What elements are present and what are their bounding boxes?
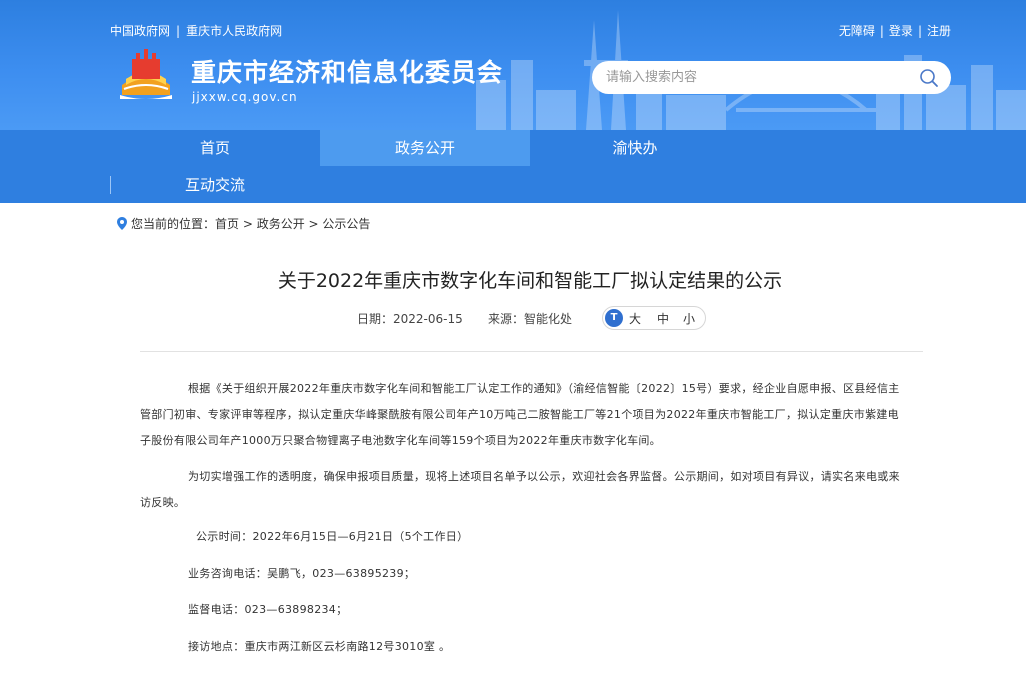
- nav-item-yukuaiban[interactable]: 渝快办: [530, 130, 740, 166]
- article-paragraph: 接访地点：重庆市两江新区云杉南路12号3010室 。: [188, 640, 451, 653]
- location-pin-icon: [117, 217, 127, 230]
- date-value: 2022-06-15: [393, 312, 463, 326]
- breadcrumb-arrow: >: [239, 217, 257, 231]
- search-input[interactable]: [606, 61, 906, 94]
- title-divider: [140, 351, 923, 352]
- gov-link-china[interactable]: 中国政府网: [110, 22, 170, 39]
- gov-links: 中国政府网 | 重庆市人民政府网: [110, 22, 282, 39]
- site-header: 中国政府网 | 重庆市人民政府网 无障碍 | 登录 | 注册 重庆市经济和信息化委员会 jj…: [0, 0, 1026, 130]
- site-title[interactable]: 重庆市经济和信息化委员会: [191, 53, 503, 89]
- site-domain: jjxxw.cq.gov.cn: [192, 90, 298, 104]
- date-label: 日期：: [357, 312, 394, 326]
- login-link[interactable]: 登录: [889, 24, 913, 38]
- font-size-medium[interactable]: 中: [657, 310, 669, 327]
- article-paragraph: 监督电话：023—63898234；: [188, 603, 348, 616]
- link-separator: |: [176, 24, 181, 38]
- font-size-switcher: T 大 中 小: [602, 306, 706, 330]
- user-links: 无障碍 | 登录 | 注册: [839, 22, 951, 39]
- font-size-large[interactable]: 大: [629, 310, 641, 327]
- article-source: 来源：智能化处: [488, 310, 572, 327]
- gov-link-chongqing[interactable]: 重庆市人民政府网: [186, 22, 282, 39]
- breadcrumb-notices[interactable]: 公示公告: [322, 217, 370, 231]
- source-label: 来源：: [488, 312, 525, 326]
- main-nav: 首页 政务公开 渝快办 互动交流: [0, 130, 1026, 203]
- accessibility-link[interactable]: 无障碍: [839, 24, 875, 38]
- font-size-small[interactable]: 小: [683, 310, 695, 327]
- breadcrumb: 您当前的位置：首页 > 政务公开 > 公示公告: [117, 215, 370, 232]
- nav-item-interaction[interactable]: 互动交流: [110, 167, 320, 203]
- article-paragraph: 为切实增强工作的透明度，确保申报项目质量，现将上述项目名单予以公示，欢迎社会各界…: [140, 470, 900, 509]
- breadcrumb-arrow: >: [304, 217, 323, 231]
- article-paragraph: 业务咨询电话：吴鹏飞，023—63895239；: [188, 567, 416, 580]
- link-separator: |: [917, 24, 922, 38]
- register-link[interactable]: 注册: [927, 24, 951, 38]
- nav-item-gov-affairs[interactable]: 政务公开: [320, 130, 530, 166]
- article-date: 日期：2022-06-15: [357, 310, 463, 327]
- article-paragraph: 根据《关于组织开展2022年重庆市数字化车间和智能工厂认定工作的通知》（渝经信智…: [140, 382, 900, 447]
- article-paragraph: 公示时间：2022年6月15日—6月21日（5个工作日）: [196, 530, 469, 543]
- breadcrumb-prefix: 您当前的位置：: [131, 217, 216, 231]
- site-logo-icon[interactable]: [118, 45, 174, 101]
- source-value: 智能化处: [524, 312, 573, 326]
- article-title: 关于2022年重庆市数字化车间和智能工厂拟认定结果的公示: [277, 270, 783, 292]
- breadcrumb-gov-affairs[interactable]: 政务公开: [257, 217, 305, 231]
- link-separator: |: [879, 24, 884, 38]
- nav-item-home[interactable]: 首页: [110, 130, 320, 166]
- breadcrumb-home[interactable]: 首页: [215, 217, 239, 231]
- search-box: [592, 61, 951, 94]
- font-size-icon: T: [605, 309, 623, 327]
- search-icon[interactable]: [919, 68, 939, 88]
